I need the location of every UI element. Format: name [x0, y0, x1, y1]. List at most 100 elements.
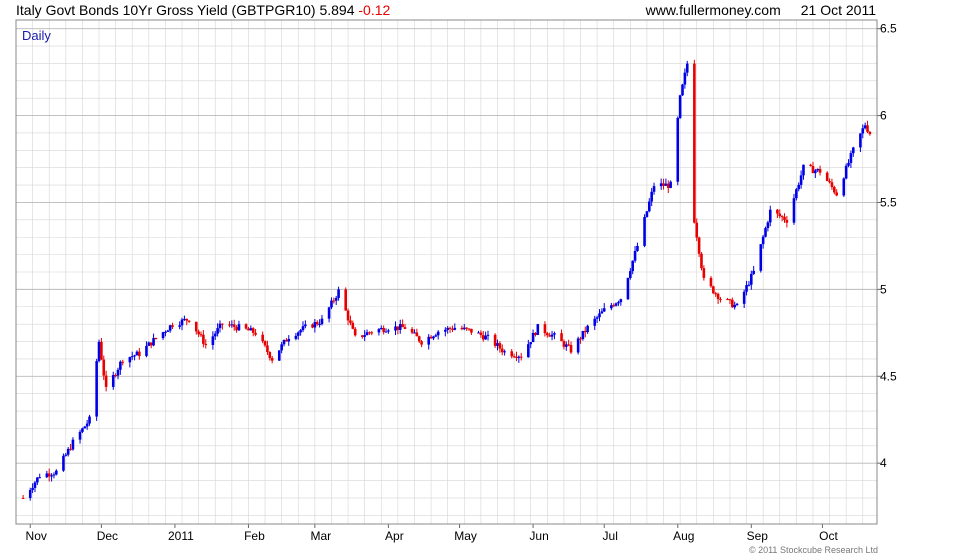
candle-body	[548, 335, 551, 337]
candle-body	[745, 285, 748, 292]
candle-body	[387, 330, 390, 332]
candle-body	[85, 423, 89, 427]
candle-body	[285, 339, 288, 342]
candle-body	[55, 470, 58, 475]
candle-body	[382, 327, 385, 333]
candle-body	[835, 192, 838, 196]
candle-body	[500, 348, 504, 353]
candle-body	[752, 270, 755, 274]
candle-body	[446, 327, 449, 330]
candle-body	[486, 334, 490, 336]
candle-body	[814, 170, 817, 174]
candle-body	[747, 284, 751, 286]
x-tick-label: Nov	[26, 529, 47, 543]
y-tick-label: 4.5	[880, 369, 897, 383]
x-tick-label: 2011	[168, 529, 194, 543]
x-tick-label: Dec	[97, 529, 118, 543]
candle-body	[844, 165, 848, 179]
candle-body	[413, 332, 416, 334]
candle-body	[104, 375, 108, 387]
x-tick-label: Mar	[311, 529, 332, 543]
candle-body	[282, 339, 286, 345]
x-tick-label: May	[454, 529, 477, 543]
candle-body	[761, 236, 765, 245]
candle-body	[581, 330, 585, 340]
candle-body	[444, 329, 447, 332]
candle-body	[100, 341, 103, 360]
candle-body	[662, 183, 665, 186]
candle-body	[69, 448, 72, 450]
candle-body	[629, 271, 632, 278]
candle-body	[145, 345, 148, 357]
candle-body	[851, 147, 855, 154]
candle-body	[344, 289, 347, 311]
candle-body	[579, 338, 582, 340]
candle-body	[52, 474, 56, 476]
candle-body	[128, 357, 132, 363]
candle-body	[178, 325, 181, 327]
candle-body	[318, 324, 321, 326]
candle-body	[795, 189, 798, 199]
candle-body	[166, 330, 170, 332]
candle-body	[529, 342, 533, 345]
candle-body	[429, 336, 433, 339]
candle-body	[218, 323, 222, 329]
candle-body	[714, 293, 718, 295]
candle-body	[403, 327, 407, 329]
candle-body	[396, 326, 400, 330]
y-tick-label: 6	[880, 109, 887, 123]
x-tick-label: Feb	[244, 529, 265, 543]
candle-body	[346, 310, 350, 321]
candle-body	[453, 327, 457, 330]
candle-body	[614, 303, 618, 306]
y-tick-label: 5.5	[880, 195, 897, 209]
copyright-text: © 2011 Stockcube Research Ltd	[748, 545, 878, 555]
candle-body	[496, 343, 499, 346]
candle-body	[515, 356, 518, 358]
candle-body	[62, 455, 65, 471]
candle-body	[38, 477, 42, 479]
candle-body	[161, 332, 165, 339]
candle-body	[31, 487, 34, 491]
candle-body	[351, 322, 355, 329]
candle-body	[842, 178, 846, 196]
candle-body	[697, 237, 701, 254]
x-tick-label: Sep	[747, 529, 769, 543]
candle-body	[417, 336, 421, 342]
candle-body	[816, 168, 820, 171]
candle-body	[598, 313, 601, 318]
candle-body	[168, 325, 172, 331]
candle-body	[332, 300, 336, 302]
candle-body	[368, 332, 371, 334]
candle-body	[503, 351, 506, 353]
candle-body	[602, 308, 606, 312]
period-label: Daily	[22, 28, 51, 43]
candle-body	[102, 359, 106, 376]
candle-body	[586, 325, 589, 333]
candle-body	[484, 335, 487, 340]
candle-body	[235, 327, 238, 331]
candle-body	[617, 302, 620, 304]
candle-body	[569, 344, 573, 353]
candle-body	[81, 428, 84, 432]
candle-body	[213, 333, 217, 337]
candle-body	[669, 181, 672, 188]
candle-body	[479, 332, 483, 336]
candle-body	[401, 324, 404, 328]
candle-body	[36, 477, 39, 483]
candle-body	[716, 293, 720, 300]
candle-body	[183, 318, 186, 320]
candle-body	[676, 117, 680, 182]
y-tick-label: 5	[880, 282, 887, 296]
candle-body	[66, 448, 70, 455]
x-tick-label: Apr	[385, 529, 404, 543]
candle-body	[731, 299, 734, 308]
candle-body	[861, 128, 865, 134]
candle-body	[576, 338, 580, 353]
candle-body	[780, 216, 784, 218]
candle-body	[764, 228, 767, 237]
candle-body	[133, 355, 136, 357]
candle-body	[299, 330, 302, 333]
candle-body	[204, 343, 208, 346]
candle-body	[427, 336, 431, 345]
